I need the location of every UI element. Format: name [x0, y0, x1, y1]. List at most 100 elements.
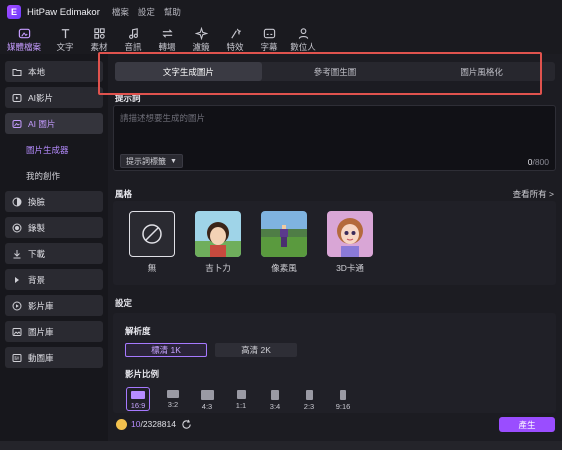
- menu-settings[interactable]: 設定: [138, 6, 155, 18]
- credits-used: 10: [131, 419, 141, 429]
- tab-avatar[interactable]: 數位人: [286, 24, 320, 54]
- ratio-shape-icon: [340, 390, 346, 400]
- sidebar-item-background[interactable]: 背景: [5, 269, 103, 290]
- style-title: 風格: [115, 189, 133, 199]
- sidebar-item-record[interactable]: 錄製: [5, 217, 103, 238]
- text-icon: [61, 29, 69, 39]
- credits-display: 10/2328814: [116, 417, 192, 431]
- generate-button[interactable]: 產生: [499, 417, 555, 432]
- timeline-edge: [0, 441, 562, 450]
- app-logo-icon: E: [7, 5, 21, 19]
- ratio-label: 3:4: [269, 402, 281, 411]
- tab-subtitle[interactable]: 字幕: [252, 24, 286, 54]
- tab-audio-label: 音訊: [124, 42, 142, 52]
- style-option-pixel[interactable]: [261, 211, 307, 257]
- download-icon: [13, 249, 21, 258]
- resolution-1k-button[interactable]: 標清 1K: [125, 343, 207, 357]
- ratio-1-1[interactable]: 1:1: [229, 387, 253, 411]
- ghibli-thumbnail: [195, 211, 241, 257]
- ai-image-icon: [12, 119, 22, 128]
- prompt-input[interactable]: 請描述想要生成的圖片 提示詞標籤 ▼ 0/800: [113, 105, 556, 171]
- prompt-tags-label: 提示詞標籤: [126, 156, 166, 166]
- sidebar-item-label: AI 圖片: [28, 118, 56, 129]
- title-bar: E HitPaw Edimakor 檔案 設定 幫助: [0, 0, 562, 24]
- tab-assets[interactable]: 素材: [82, 24, 116, 54]
- resolution-title: 解析度: [125, 326, 151, 336]
- ratio-16-9[interactable]: 16:9: [126, 387, 150, 411]
- sidebar-item-label: 本地: [28, 66, 46, 77]
- refresh-icon[interactable]: [181, 419, 192, 430]
- tab-media[interactable]: 媒體檔案: [0, 24, 48, 54]
- ratio-label: 2:3: [303, 402, 315, 411]
- ratio-label: 1:1: [235, 401, 247, 410]
- sidebar-subitem-image-generator[interactable]: 圖片生成器: [5, 139, 103, 160]
- ratio-9-16[interactable]: 9:16: [331, 387, 355, 411]
- tab-filter[interactable]: 濾鏡: [184, 24, 218, 54]
- menu-file[interactable]: 檔案: [112, 6, 129, 18]
- image-library-icon: [12, 327, 22, 336]
- sidebar-item-ai-video[interactable]: AI影片: [5, 87, 103, 108]
- tab-subtitle-label: 字幕: [260, 42, 278, 52]
- no-style-icon: [142, 224, 162, 244]
- coin-icon: [116, 418, 127, 430]
- style-label-ghibli: 吉卜力: [205, 263, 231, 273]
- ratio-label: 16:9: [130, 401, 146, 410]
- sidebar-item-label: 動圖庫: [28, 352, 54, 363]
- tab-avatar-label: 數位人: [290, 42, 316, 52]
- view-all-link[interactable]: 查看所有 >: [513, 188, 554, 200]
- ratio-3-2[interactable]: 3:2: [161, 387, 185, 411]
- resolution-2k-button[interactable]: 高清 2K: [215, 343, 297, 357]
- app-name: HitPaw Edimakor: [27, 6, 100, 18]
- tab-text[interactable]: 文字: [48, 24, 82, 54]
- prompt-title: 提示詞: [115, 93, 141, 103]
- ratio-shape-icon: [167, 390, 179, 398]
- ratio-title: 影片比例: [125, 369, 160, 379]
- menu-help[interactable]: 幫助: [164, 6, 181, 18]
- effects-icon: [230, 28, 241, 39]
- folder-icon: [12, 68, 22, 76]
- subtitle-icon: [263, 28, 275, 39]
- sidebar-item-face-swap[interactable]: 換臉: [5, 191, 103, 212]
- ratio-shape-icon: [131, 391, 145, 399]
- ratio-shape-icon: [236, 390, 246, 399]
- tab-transition[interactable]: 轉場: [150, 24, 184, 54]
- credits-total: /2328814: [140, 419, 176, 429]
- prompt-tags-button[interactable]: 提示詞標籤 ▼: [120, 154, 183, 168]
- tab-image-stylize[interactable]: 圖片風格化: [408, 62, 555, 81]
- char-count-max: /800: [532, 157, 549, 167]
- sidebar-subitem-my-creations[interactable]: 我的創作: [5, 165, 103, 186]
- tool-tabs: 媒體檔案 文字 素材 音訊 轉場 濾鏡 特效 字幕 數位人: [0, 24, 562, 54]
- style-option-3d-cartoon[interactable]: [327, 211, 373, 257]
- ratio-4-3[interactable]: 4:3: [195, 387, 219, 411]
- style-label-3d-cartoon: 3D卡通: [336, 263, 364, 273]
- sidebar-item-download[interactable]: 下載: [5, 243, 103, 264]
- sidebar-item-image-library[interactable]: 圖片庫: [5, 321, 103, 342]
- tab-media-label: 媒體檔案: [6, 42, 41, 52]
- sidebar-item-ai-image[interactable]: AI 圖片: [5, 113, 103, 134]
- ratio-shape-icon: [305, 390, 313, 400]
- ratio-3-4[interactable]: 3:4: [263, 387, 287, 411]
- tab-effects[interactable]: 特效: [218, 24, 252, 54]
- transition-icon: [161, 29, 173, 38]
- sidebar-item-video-library[interactable]: 影片庫: [5, 295, 103, 316]
- sidebar-item-label: 影片庫: [28, 300, 54, 311]
- audio-icon: [128, 28, 138, 39]
- assets-icon: [93, 28, 105, 39]
- ratio-2-3[interactable]: 2:3: [297, 387, 321, 411]
- sidebar-item-label: 錄製: [28, 222, 46, 233]
- style-option-none[interactable]: [129, 211, 175, 257]
- tab-image-to-image[interactable]: 參考圖生圖: [262, 62, 409, 81]
- ratio-shape-icon: [271, 390, 279, 400]
- sidebar-item-label: 換臉: [28, 196, 46, 207]
- ratio-shape-icon: [200, 390, 214, 400]
- style-option-ghibli[interactable]: [195, 211, 241, 257]
- tab-transition-label: 轉場: [158, 42, 176, 52]
- sidebar-item-label: 背景: [28, 274, 46, 285]
- ai-video-icon: [12, 93, 22, 102]
- tab-audio[interactable]: 音訊: [116, 24, 150, 54]
- sidebar-item-gif-library[interactable]: 動圖庫: [5, 347, 103, 368]
- sidebar-item-local[interactable]: 本地: [5, 61, 103, 82]
- tab-text-to-image[interactable]: 文字生成圖片: [115, 62, 262, 81]
- settings-panel: 解析度 標清 1K 高清 2K 影片比例 16:9 3:2 4:3 1:1 3:…: [113, 313, 556, 413]
- filter-icon: [194, 27, 208, 40]
